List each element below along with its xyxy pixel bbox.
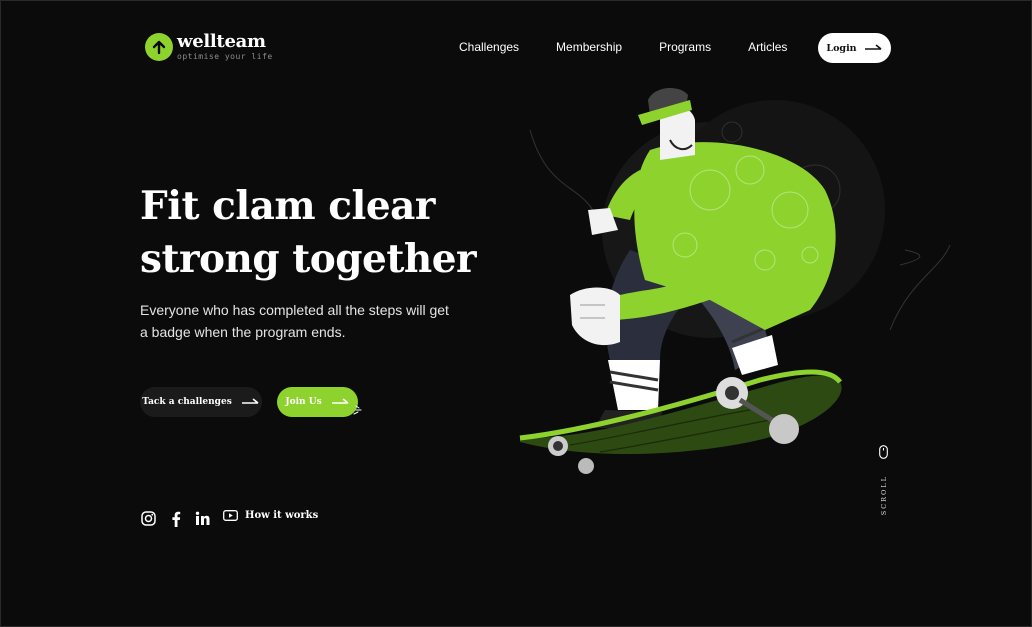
hero-subtitle: Everyone who has completed all the steps… bbox=[140, 302, 449, 340]
nav-item-challenges[interactable]: Challenges bbox=[459, 40, 519, 54]
hero-title-line1: Fit clam clear bbox=[140, 183, 435, 229]
skateboarder-illustration bbox=[519, 88, 951, 474]
nav-item-membership[interactable]: Membership bbox=[556, 40, 622, 54]
hero-title-line2: strong together bbox=[140, 236, 477, 282]
linkedin-icon[interactable] bbox=[194, 510, 211, 527]
join-us-button[interactable]: Join Us bbox=[277, 387, 358, 417]
hero-title: Fit clam clear strong together bbox=[140, 180, 477, 286]
arrow-up-icon bbox=[145, 33, 173, 61]
nav-item-programs[interactable]: Programs bbox=[659, 40, 711, 54]
arrow-right-icon bbox=[864, 44, 882, 50]
take-challenge-label: Tack a challenges bbox=[142, 397, 232, 407]
join-us-label: Join Us bbox=[285, 397, 322, 407]
login-label: Login bbox=[826, 42, 857, 54]
take-challenge-button[interactable]: Tack a challenges bbox=[140, 387, 262, 417]
arrow-right-icon bbox=[241, 398, 259, 404]
social-links bbox=[140, 510, 211, 527]
how-it-works-link[interactable]: How it works bbox=[223, 510, 318, 521]
facebook-icon[interactable] bbox=[167, 510, 184, 527]
main-nav: Challenges Membership Programs Articles bbox=[459, 40, 787, 54]
brand-logo[interactable]: wellteam optimise your life bbox=[145, 33, 273, 61]
instagram-icon[interactable] bbox=[140, 510, 157, 527]
how-it-works-label: How it works bbox=[245, 510, 319, 521]
login-button[interactable]: Login bbox=[818, 33, 891, 63]
video-play-icon bbox=[223, 510, 238, 521]
nav-item-articles[interactable]: Articles bbox=[748, 40, 787, 54]
arrow-right-icon bbox=[331, 398, 349, 404]
sparkle-decoration bbox=[353, 405, 362, 415]
brand-tagline: optimise your life bbox=[177, 52, 273, 61]
brand-name: wellteam bbox=[177, 31, 266, 52]
